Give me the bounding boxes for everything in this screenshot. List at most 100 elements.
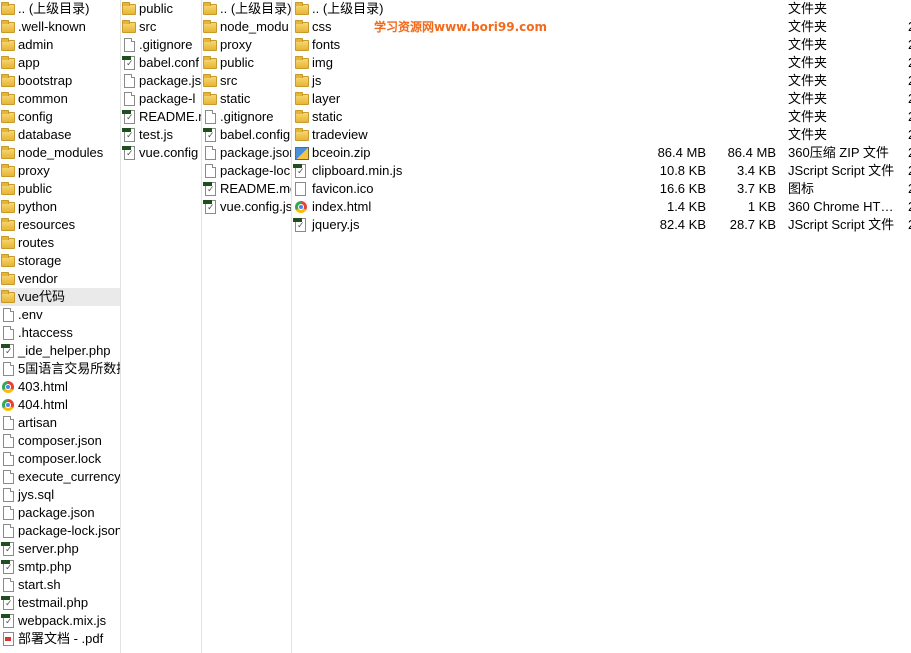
folder-row[interactable]: vendor	[0, 270, 120, 288]
file-row[interactable]: start.sh	[0, 576, 120, 594]
file-row[interactable]: index.html1.4 KB1 KB360 Chrome HT…2	[292, 198, 911, 216]
file-row[interactable]: composer.json	[0, 432, 120, 450]
folder-row[interactable]: src	[121, 18, 201, 36]
file-row[interactable]: vue.config.js	[202, 198, 291, 216]
file-row[interactable]: favicon.ico16.6 KB3.7 KB图标2	[292, 180, 911, 198]
third-folder-pane[interactable]: .. (上级目录) node_modu proxy public src static .g…	[202, 0, 292, 653]
folder-row[interactable]: python	[0, 198, 120, 216]
file-row[interactable]: .htaccess	[0, 324, 120, 342]
item-name: admin	[18, 37, 54, 52]
item-name: start.sh	[18, 577, 61, 592]
file-row[interactable]: .env	[0, 306, 120, 324]
item-name: README.m	[139, 109, 201, 124]
file-row[interactable]: testmail.php	[0, 594, 120, 612]
folder-row[interactable]: public	[202, 54, 291, 72]
file-icon	[3, 308, 14, 322]
file-icon	[124, 38, 135, 52]
file-row[interactable]: package.js	[121, 72, 201, 90]
second-folder-pane[interactable]: public src .gitignore babel.conf package.js p…	[121, 0, 202, 653]
folder-row[interactable]: proxy	[202, 36, 291, 54]
file-row[interactable]: artisan	[0, 414, 120, 432]
folder-row[interactable]: img文件夹2	[292, 54, 911, 72]
archive-contents-pane[interactable]: .. (上级目录)文件夹css文件夹2fonts文件夹2img文件夹2js文件夹…	[292, 0, 911, 653]
folder-icon	[1, 146, 15, 159]
folder-row[interactable]: node_modules	[0, 144, 120, 162]
item-type: 文件夹	[788, 73, 828, 88]
file-row[interactable]: 5国语言交易所数据	[0, 360, 120, 378]
script-file-icon	[203, 182, 216, 196]
left-folder-pane[interactable]: .. (上级目录) .well-known admin app bootstrap com…	[0, 0, 121, 653]
item-name: vue.config	[139, 145, 199, 160]
folder-row[interactable]: common	[0, 90, 120, 108]
folder-row[interactable]: vue代码	[0, 288, 120, 306]
item-type: 文件夹	[788, 1, 828, 16]
file-row[interactable]: smtp.php	[0, 558, 120, 576]
file-row[interactable]: package-lock	[202, 162, 291, 180]
file-row[interactable]: README.md	[202, 180, 291, 198]
folder-row[interactable]: node_modu	[202, 18, 291, 36]
item-name: .gitignore	[220, 109, 274, 124]
item-packed-size: 3.7 KB	[736, 181, 776, 196]
file-row[interactable]: server.php	[0, 540, 120, 558]
folder-row[interactable]: bootstrap	[0, 72, 120, 90]
item-name: jys.sql	[18, 487, 55, 502]
folder-row[interactable]: admin	[0, 36, 120, 54]
file-row[interactable]: README.m	[121, 108, 201, 126]
file-list: public src .gitignore babel.conf package.js p…	[121, 0, 201, 162]
folder-row[interactable]: tradeview文件夹2	[292, 126, 911, 144]
folder-row[interactable]: .well-known	[0, 18, 120, 36]
script-file-icon	[203, 200, 216, 214]
folder-row[interactable]: fonts文件夹2	[292, 36, 911, 54]
file-row[interactable]: babel.conf	[121, 54, 201, 72]
folder-row[interactable]: .. (上级目录) 文件夹	[292, 0, 911, 18]
folder-row[interactable]: public	[0, 180, 120, 198]
file-row[interactable]: jquery.js 82.4 KB 28.7 KB JScript Script 文件…	[292, 216, 911, 234]
file-row[interactable]: webpack.mix.js	[0, 612, 120, 630]
file-row[interactable]: execute_currency.	[0, 468, 120, 486]
folder-row[interactable]: .. (上级目录)	[202, 0, 291, 18]
folder-row[interactable]: proxy	[0, 162, 120, 180]
file-row[interactable]: .gitignore	[121, 36, 201, 54]
folder-row[interactable]: config	[0, 108, 120, 126]
folder-row[interactable]: app	[0, 54, 120, 72]
file-row[interactable]: 403.html	[0, 378, 120, 396]
folder-row[interactable]: .. (上级目录)	[0, 0, 120, 18]
folder-row[interactable]: static文件夹2	[292, 108, 911, 126]
item-name: app	[18, 55, 40, 70]
file-row[interactable]: package.json	[0, 504, 120, 522]
item-name: babel.conf	[139, 55, 199, 70]
file-icon	[124, 74, 135, 88]
file-row[interactable]: package.json	[202, 144, 291, 162]
folder-row[interactable]: css文件夹2	[292, 18, 911, 36]
file-row[interactable]: package-l	[121, 90, 201, 108]
folder-row[interactable]: static	[202, 90, 291, 108]
file-row[interactable]: 404.html	[0, 396, 120, 414]
folder-row[interactable]: js文件夹2	[292, 72, 911, 90]
item-name: fonts	[312, 37, 341, 52]
html-file-icon	[295, 201, 307, 213]
file-row[interactable]: bceoin.zip86.4 MB86.4 MB360压缩 ZIP 文件2	[292, 144, 911, 162]
folder-row[interactable]: resources	[0, 216, 120, 234]
folder-icon	[1, 200, 15, 213]
folder-row[interactable]: public	[121, 0, 201, 18]
item-name: composer.json	[18, 433, 102, 448]
item-name: package-lock.json	[18, 523, 120, 538]
folder-row[interactable]: storage	[0, 252, 120, 270]
folder-row[interactable]: src	[202, 72, 291, 90]
file-row[interactable]: _ide_helper.php	[0, 342, 120, 360]
file-row[interactable]: babel.config	[202, 126, 291, 144]
file-row[interactable]: composer.lock	[0, 450, 120, 468]
file-row[interactable]: test.js	[121, 126, 201, 144]
item-name: favicon.ico	[312, 181, 374, 196]
file-row[interactable]: 部署文档 - .pdf	[0, 630, 120, 648]
file-row[interactable]: package-lock.json	[0, 522, 120, 540]
folder-row[interactable]: database	[0, 126, 120, 144]
item-name: webpack.mix.js	[18, 613, 107, 628]
folder-row[interactable]: routes	[0, 234, 120, 252]
file-row[interactable]: jys.sql	[0, 486, 120, 504]
folder-row[interactable]: layer文件夹2	[292, 90, 911, 108]
file-row[interactable]: clipboard.min.js 10.8 KB 3.4 KB JScript Scr…	[292, 162, 911, 180]
file-icon	[205, 146, 216, 160]
file-row[interactable]: vue.config	[121, 144, 201, 162]
file-row[interactable]: .gitignore	[202, 108, 291, 126]
